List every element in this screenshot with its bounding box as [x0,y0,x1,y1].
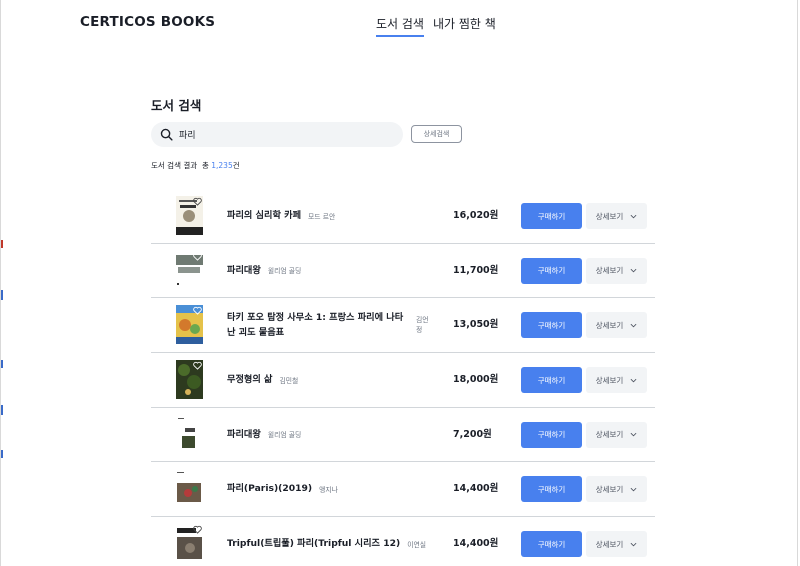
chevron-down-icon [630,378,637,382]
book-author: 윌리엄 골딩 [267,267,302,276]
detail-view-label: 상세보기 [595,375,624,385]
book-price: 14,400원 [453,483,499,495]
chevron-down-icon [630,323,637,328]
detail-view-button[interactable]: 상세보기 [586,421,647,448]
book-author: 김언정 [416,315,429,334]
buy-button[interactable]: 구매하기 [521,531,582,558]
detail-view-button[interactable]: 상세보기 [586,257,647,284]
book-row: 무정형의 삶 김민철 18,000원 구매하기 상세보기 [151,353,655,408]
buy-button[interactable]: 구매하기 [521,257,582,284]
chevron-down-icon [630,487,637,492]
book-info: 파리대왕 윌리엄 골딩 [227,244,427,297]
heart-icon[interactable] [193,252,202,261]
book-cover[interactable] [176,196,203,235]
result-total-prefix: 총 [201,161,209,170]
book-cover[interactable] [176,360,203,400]
search-input[interactable] [179,127,394,142]
result-summary: 도서 검색 결과 총 1,235건 [151,160,240,171]
book-author: 윌리엄 골딩 [267,431,302,440]
book-row: 파리(Paris)(2019) 앵지나 14,400원 구매하기 상세보기 [151,462,655,518]
book-title: 파리대왕 [227,428,261,440]
book-list: 파리의 심리학 카페 모드 르안 16,020원 구매하기 상세보기 파리대왕 … [151,189,655,566]
window-edge-mark [1,450,3,458]
heart-icon[interactable] [193,197,202,206]
detail-view-button[interactable]: 상세보기 [586,312,647,339]
search-icon [160,128,173,141]
book-cover[interactable] [176,414,203,454]
book-author: 앵지나 [319,485,338,494]
detail-view-label: 상세보기 [595,320,624,330]
app-window: CERTICOS BOOKS 도서 검색 내가 찜한 책 도서 검색 상세검색 … [0,0,798,566]
detail-view-label: 상세보기 [595,266,624,276]
book-title: 타키 포오 탐정 사무소 1: 프랑스 파리에 나타난 괴도 물음표 [227,311,404,338]
book-info: 파리(Paris)(2019) 앵지나 [227,462,427,515]
book-author: 김민철 [279,376,299,385]
heart-icon[interactable] [193,416,202,425]
heart-icon[interactable] [193,525,202,534]
book-price: 18,000원 [453,374,499,386]
detail-view-label: 상세보기 [595,430,624,440]
book-price: 11,700원 [453,264,499,276]
brand-logo[interactable]: CERTICOS BOOKS [80,14,215,30]
book-author: 이연실 [407,540,426,549]
window-edge-mark [1,240,3,248]
detail-view-button[interactable]: 상세보기 [586,531,647,558]
book-cover[interactable] [176,250,203,290]
heart-icon[interactable] [193,306,202,316]
tab-book-search[interactable]: 도서 검색 [376,15,424,37]
window-edge-mark [1,360,3,368]
chevron-down-icon [630,433,637,437]
book-row: Tripful(트립풀) 파리(Tripful 시리즈 12) 이연실 14,4… [151,517,655,566]
detail-view-label: 상세보기 [595,211,624,221]
chevron-down-icon [630,214,637,218]
book-title: 파리(Paris)(2019) [227,483,313,495]
detail-view-button[interactable]: 상세보기 [586,203,647,229]
detail-view-button[interactable]: 상세보기 [586,367,647,394]
book-price: 7,200원 [453,428,492,440]
result-total-suffix: 건 [232,161,240,170]
book-cover[interactable] [176,469,203,509]
book-author: 모드 르안 [308,212,336,221]
search-box[interactable] [151,122,403,147]
heart-icon[interactable] [193,470,202,480]
buy-button[interactable]: 구매하기 [521,367,582,394]
tab-liked-books[interactable]: 내가 찜한 책 [433,15,496,35]
book-title: 파리대왕 [227,264,261,276]
detail-search-button[interactable]: 상세검색 [411,125,462,143]
book-info: 타키 포오 탐정 사무소 1: 프랑스 파리에 나타난 괴도 물음표 김언정 [227,298,437,351]
book-price: 14,400원 [453,538,499,550]
buy-button[interactable]: 구매하기 [521,476,582,503]
window-edge-mark [1,290,3,300]
book-title: 파리의 심리학 카페 [227,210,302,221]
chevron-down-icon [630,542,637,547]
book-cover[interactable] [176,524,203,564]
result-count: 1,235 [211,161,233,170]
chevron-down-icon [630,269,637,273]
book-title: Tripful(트립풀) 파리(Tripful 시리즈 12) [227,538,401,550]
book-row: 파리의 심리학 카페 모드 르안 16,020원 구매하기 상세보기 [151,189,655,244]
detail-view-button[interactable]: 상세보기 [586,476,647,503]
book-row: 파리대왕 윌리엄 골딩 7,200원 구매하기 상세보기 [151,408,655,463]
book-info: 파리대왕 윌리엄 골딩 [227,408,427,461]
buy-button[interactable]: 구매하기 [521,421,582,448]
book-row: 타키 포오 탐정 사무소 1: 프랑스 파리에 나타난 괴도 물음표 김언정 1… [151,298,655,354]
heart-icon[interactable] [193,361,202,370]
book-title: 무정형의 삶 [227,374,273,386]
book-price: 13,050원 [453,319,499,331]
buy-button[interactable]: 구매하기 [521,312,582,339]
detail-view-label: 상세보기 [595,484,624,494]
detail-view-label: 상세보기 [595,539,624,549]
result-label: 도서 검색 결과 [151,161,198,170]
book-price: 16,020원 [453,210,499,221]
book-cover[interactable] [176,305,203,345]
page-title: 도서 검색 [151,98,202,113]
book-info: 파리의 심리학 카페 모드 르안 [227,189,427,242]
window-edge-mark [1,405,3,415]
book-info: Tripful(트립풀) 파리(Tripful 시리즈 12) 이연실 [227,517,447,566]
book-info: 무정형의 삶 김민철 [227,353,427,406]
book-row: 파리대왕 윌리엄 골딩 11,700원 구매하기 상세보기 [151,244,655,299]
buy-button[interactable]: 구매하기 [521,203,582,229]
